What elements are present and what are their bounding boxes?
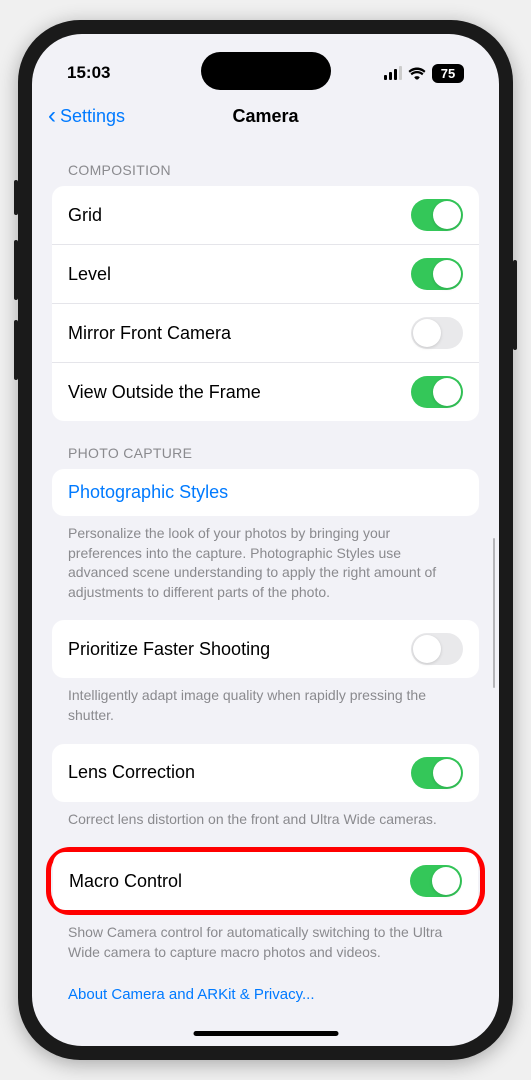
battery-indicator: 75 [432,64,464,83]
macro-label: Macro Control [69,871,182,892]
grid-row: Grid [52,186,479,245]
phone-frame: 15:03 75 ‹ Settings Camera COMPOSIT [18,20,513,1060]
grid-toggle[interactable] [411,199,463,231]
lens-group: Lens Correction [52,744,479,802]
mirror-label: Mirror Front Camera [68,323,231,344]
photographic-styles-group: Photographic Styles [52,469,479,516]
view-outside-label: View Outside the Frame [68,382,261,403]
macro-footer: Show Camera control for automatically sw… [52,915,479,962]
mirror-row: Mirror Front Camera [52,304,479,363]
macro-row: Macro Control [53,852,478,910]
wifi-icon [408,66,426,80]
content-area[interactable]: COMPOSITION Grid Level Mirror Front Came… [32,138,499,1040]
home-indicator[interactable] [193,1031,338,1036]
section-header-composition: COMPOSITION [52,138,479,186]
level-toggle[interactable] [411,258,463,290]
macro-highlight: Macro Control [46,847,485,915]
view-outside-toggle[interactable] [411,376,463,408]
prioritize-row: Prioritize Faster Shooting [52,620,479,678]
prioritize-footer: Intelligently adapt image quality when r… [52,678,479,725]
level-label: Level [68,264,111,285]
screen: 15:03 75 ‹ Settings Camera COMPOSIT [32,34,499,1046]
back-button[interactable]: ‹ Settings [48,104,125,128]
power-button [513,260,517,350]
mirror-toggle[interactable] [411,317,463,349]
status-right: 75 [384,64,464,83]
macro-toggle[interactable] [410,865,462,897]
prioritize-group: Prioritize Faster Shooting [52,620,479,678]
chevron-left-icon: ‹ [48,104,56,128]
photographic-styles-link[interactable]: Photographic Styles [52,469,479,516]
page-title: Camera [232,106,298,127]
lens-toggle[interactable] [411,757,463,789]
section-header-photo-capture: PHOTO CAPTURE [52,421,479,469]
status-time: 15:03 [67,63,110,83]
silence-switch [14,180,18,215]
prioritize-toggle[interactable] [411,633,463,665]
about-camera-privacy-link[interactable]: About Camera and ARKit & Privacy... [52,962,479,1013]
dynamic-island [201,52,331,90]
composition-group: Grid Level Mirror Front Camera View Outs… [52,186,479,421]
grid-label: Grid [68,205,102,226]
view-outside-row: View Outside the Frame [52,363,479,421]
lens-footer: Correct lens distortion on the front and… [52,802,479,830]
prioritize-label: Prioritize Faster Shooting [68,639,270,660]
cellular-signal-icon [384,66,402,80]
nav-bar: ‹ Settings Camera [32,92,499,138]
level-row: Level [52,245,479,304]
lens-label: Lens Correction [68,762,195,783]
volume-up-button [14,240,18,300]
photographic-styles-label: Photographic Styles [68,482,228,503]
photographic-styles-footer: Personalize the look of your photos by b… [52,516,479,602]
back-label: Settings [60,106,125,127]
battery-level: 75 [432,64,464,83]
macro-group: Macro Control [53,852,478,910]
volume-down-button [14,320,18,380]
scroll-indicator[interactable] [493,538,495,688]
lens-row: Lens Correction [52,744,479,802]
